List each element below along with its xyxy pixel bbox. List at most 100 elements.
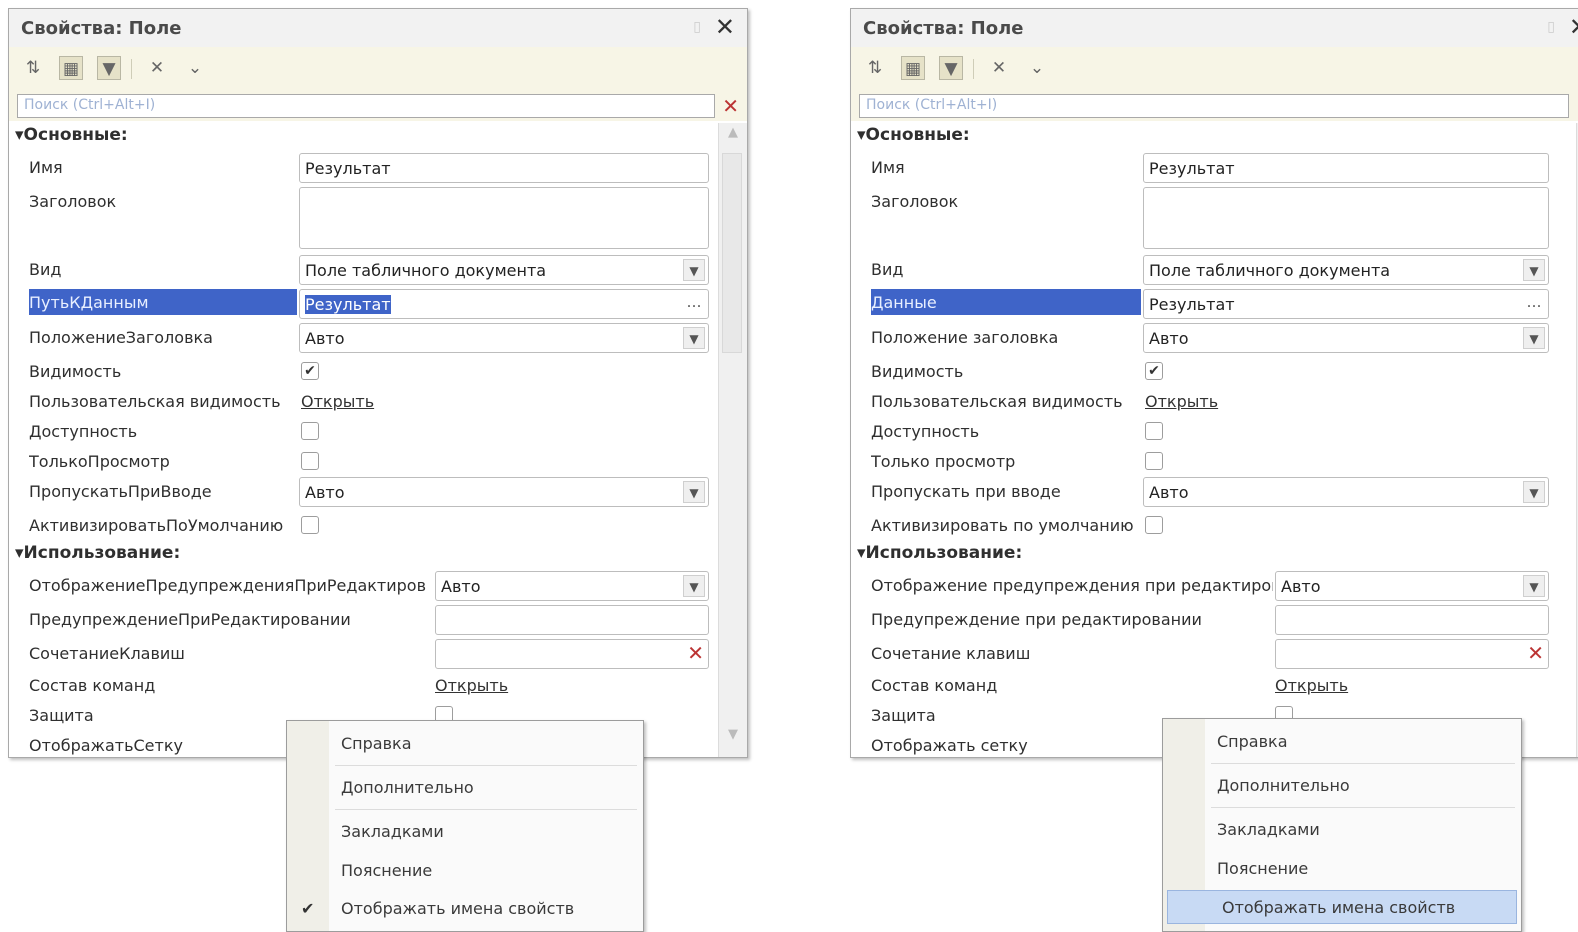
dropdown-arrow-icon[interactable]: ▼ (1523, 327, 1545, 349)
warn-field[interactable] (435, 605, 709, 635)
search-input[interactable]: Поиск (Ctrl+Alt+I) (859, 94, 1569, 118)
group-main[interactable]: ▾Основные: (15, 125, 128, 145)
clear-icon[interactable]: ✕ (687, 641, 704, 665)
prop-kind: Вид Поле табличного документа ▼ (871, 255, 1577, 285)
menu-item-help[interactable]: Справка (1163, 725, 1521, 759)
prop-label: Пользовательская видимость (29, 392, 281, 411)
data-path-value: Результат (305, 295, 391, 314)
readonly-checkbox[interactable] (301, 452, 319, 470)
group-main[interactable]: ▾Основные: (857, 125, 970, 145)
readonly-checkbox[interactable] (1145, 452, 1163, 470)
prop-label: ТолькоПросмотр (29, 452, 170, 471)
dropdown-arrow-icon[interactable]: ▼ (683, 259, 705, 281)
menu-item-advanced[interactable]: Дополнительно (1163, 769, 1521, 803)
prop-name: Имя Результат (29, 153, 719, 183)
commands-link[interactable]: Открыть (1275, 676, 1348, 695)
prop-label: Пользовательская видимость (871, 392, 1123, 411)
enabled-checkbox[interactable] (301, 422, 319, 440)
prop-label: Защита (871, 706, 936, 725)
dropdown-arrow-icon[interactable]: ▼ (683, 327, 705, 349)
kind-select[interactable]: Поле табличного документа ▼ (299, 255, 709, 285)
skip-select[interactable]: Авто ▼ (1143, 477, 1549, 507)
dropdown-arrow-icon[interactable]: ▼ (1523, 259, 1545, 281)
search-clear-icon[interactable]: ✕ (722, 94, 739, 118)
menu-item-tabs[interactable]: Закладками (287, 815, 643, 849)
prop-label: Видимость (29, 362, 122, 381)
prop-label: Имя (871, 158, 905, 177)
toolbar: ⇅ ▦ ▼ ✕ ⌄ (9, 47, 747, 91)
commands-link[interactable]: Открыть (435, 676, 508, 695)
warn-disp-select[interactable]: Авто ▼ (435, 571, 709, 601)
menu-item-help[interactable]: Справка (287, 727, 643, 761)
ellipsis-button[interactable]: … (683, 293, 705, 315)
sort-az-icon[interactable]: ⇅ (21, 56, 45, 80)
prop-label: АктивизироватьПоУмолчанию (29, 516, 284, 535)
caption-field[interactable] (299, 187, 709, 249)
name-field[interactable]: Результат (299, 153, 709, 183)
menu-item-tabs[interactable]: Закладками (1163, 813, 1521, 847)
categories-icon[interactable]: ▦ (901, 56, 925, 80)
clear-icon[interactable]: ✕ (1527, 641, 1544, 665)
prop-label: Активизировать по умолчанию (871, 516, 1134, 535)
clear-icon[interactable]: ✕ (987, 56, 1011, 80)
clear-icon[interactable]: ✕ (145, 56, 169, 80)
visible-checkbox[interactable]: ✔ (1145, 362, 1163, 380)
pin-icon[interactable]: ▯ (693, 19, 701, 35)
menu-item-explanation[interactable]: Пояснение (287, 854, 643, 888)
prop-label: ОтображениеПредупрежденияПриРедактиров (29, 576, 427, 595)
prop-skip: ПропускатьПриВводе Авто ▼ (29, 477, 719, 507)
prop-shortcut: Сочетание клавиш ✕ (871, 639, 1577, 669)
user-vis-link[interactable]: Открыть (301, 392, 374, 411)
scroll-thumb[interactable] (722, 153, 742, 353)
prop-visible: Видимость ✔ (871, 357, 1577, 387)
data-value: Результат (1149, 295, 1235, 314)
chevron-down-icon[interactable]: ⌄ (183, 56, 207, 80)
caption-field[interactable] (1143, 187, 1549, 249)
user-vis-link[interactable]: Открыть (1145, 392, 1218, 411)
group-usage[interactable]: ▾Использование: (857, 543, 1022, 563)
prop-shortcut: СочетаниеКлавиш ✕ (29, 639, 719, 669)
menu-item-show-names[interactable]: Отображать имена свойств (1167, 890, 1517, 924)
menu-separator (335, 765, 637, 766)
dropdown-arrow-icon[interactable]: ▼ (683, 575, 705, 597)
prop-kind: Вид Поле табличного документа ▼ (29, 255, 719, 285)
shortcut-field[interactable]: ✕ (1275, 639, 1549, 669)
chevron-down-icon[interactable]: ⌄ (1025, 56, 1049, 80)
data-field[interactable]: Результат … (1143, 289, 1549, 319)
group-usage-label: Использование: (865, 543, 1023, 563)
shortcut-field[interactable]: ✕ (435, 639, 709, 669)
skip-select[interactable]: Авто ▼ (299, 477, 709, 507)
group-usage[interactable]: ▾Использование: (15, 543, 180, 563)
close-icon[interactable]: ✕ (715, 13, 735, 41)
prop-user-vis: Пользовательская видимость Открыть (29, 387, 719, 417)
warn-disp-select[interactable]: Авто ▼ (1275, 571, 1549, 601)
ellipsis-button[interactable]: … (1523, 293, 1545, 315)
warn-field[interactable] (1275, 605, 1549, 635)
close-icon[interactable]: ✕ (1569, 13, 1578, 41)
pin-icon[interactable]: ▯ (1547, 19, 1555, 35)
search-input[interactable]: Поиск (Ctrl+Alt+I) (17, 94, 715, 118)
enabled-checkbox[interactable] (1145, 422, 1163, 440)
title-pos-select[interactable]: Авто ▼ (299, 323, 709, 353)
data-path-field[interactable]: Результат … (299, 289, 709, 319)
activate-checkbox[interactable] (1145, 516, 1163, 534)
scroll-up-icon[interactable]: ▲ (719, 125, 747, 149)
activate-checkbox[interactable] (301, 516, 319, 534)
prop-name: Имя Результат (871, 153, 1577, 183)
kind-select[interactable]: Поле табличного документа ▼ (1143, 255, 1549, 285)
dropdown-arrow-icon[interactable]: ▼ (683, 481, 705, 503)
filter-icon[interactable]: ▼ (97, 56, 121, 80)
menu-item-show-names[interactable]: ✔ Отображать имена свойств (287, 892, 643, 926)
title-pos-select[interactable]: Авто ▼ (1143, 323, 1549, 353)
categories-icon[interactable]: ▦ (59, 56, 83, 80)
visible-checkbox[interactable]: ✔ (301, 362, 319, 380)
name-field[interactable]: Результат (1143, 153, 1549, 183)
menu-item-advanced[interactable]: Дополнительно (287, 771, 643, 805)
scroll-down-icon[interactable]: ▼ (719, 727, 747, 751)
scrollbar[interactable]: ▲ ▼ (718, 123, 747, 757)
filter-icon[interactable]: ▼ (939, 56, 963, 80)
dropdown-arrow-icon[interactable]: ▼ (1523, 481, 1545, 503)
sort-az-icon[interactable]: ⇅ (863, 56, 887, 80)
dropdown-arrow-icon[interactable]: ▼ (1523, 575, 1545, 597)
menu-item-explanation[interactable]: Пояснение (1163, 852, 1521, 886)
